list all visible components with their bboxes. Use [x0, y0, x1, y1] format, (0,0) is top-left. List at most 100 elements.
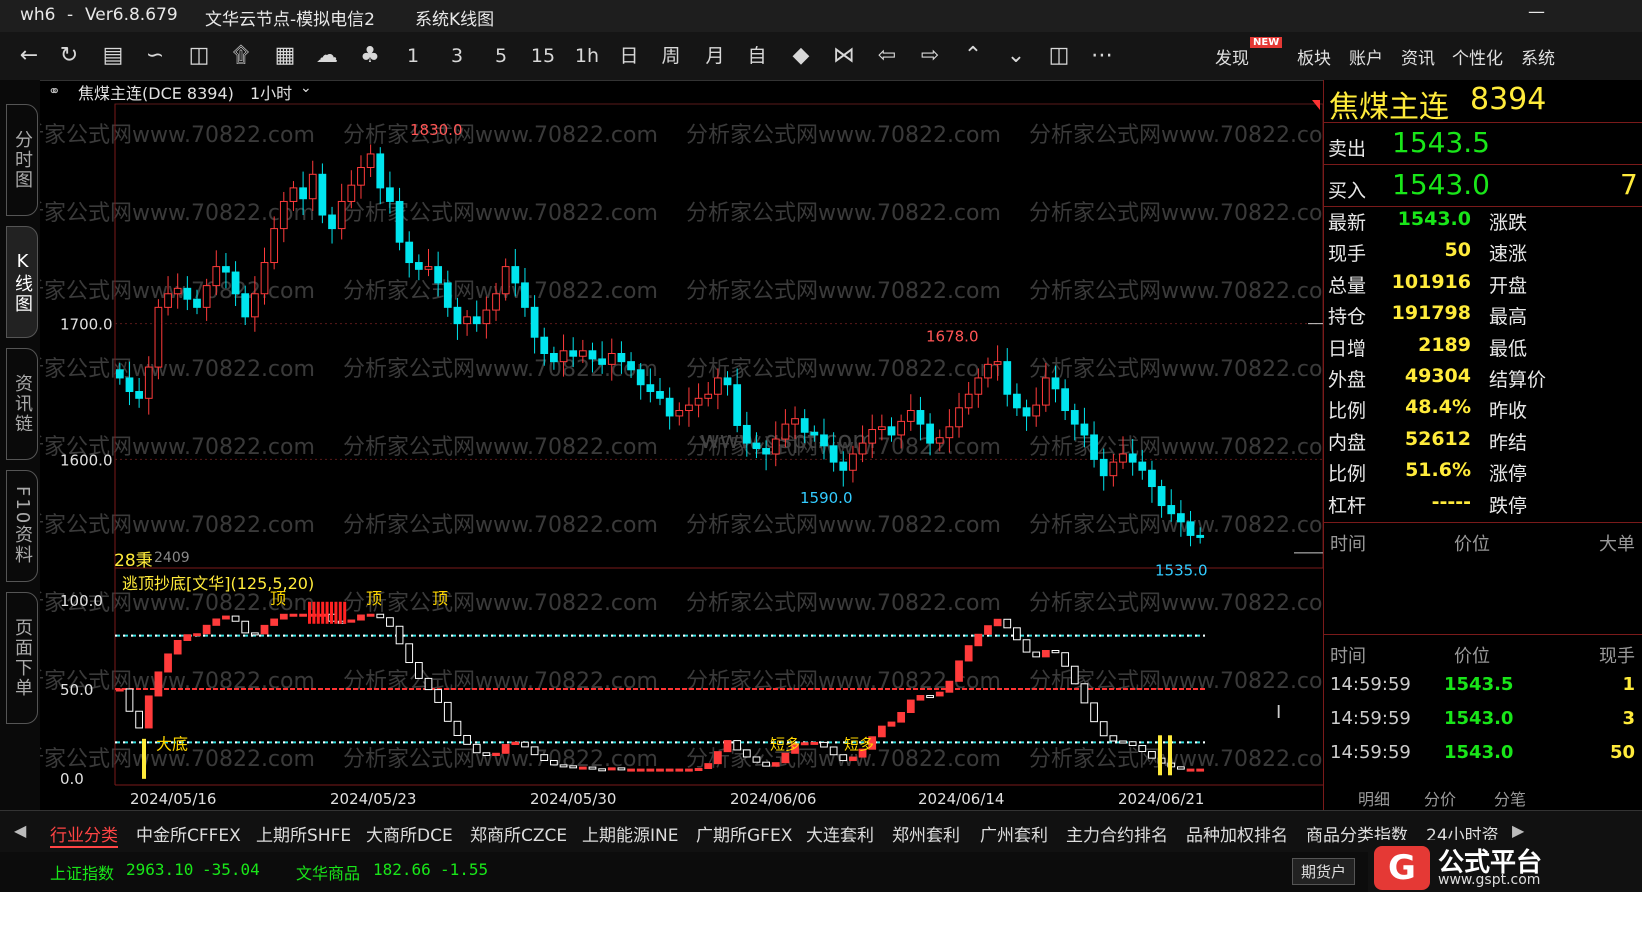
bottom-tab[interactable]: 大商所DCE	[366, 821, 453, 846]
bottom-tab[interactable]: 郑商所CZCE	[470, 821, 567, 846]
indicator-bar	[357, 614, 365, 621]
down-arrow-icon[interactable]: ⌄	[1001, 42, 1031, 70]
candle-body	[1109, 461, 1118, 477]
buy-price: 1543.0	[1392, 168, 1490, 201]
link-icon[interactable]: ⚭	[48, 82, 61, 100]
quote-row-label: 总量	[1328, 274, 1367, 297]
candle-icon[interactable]: ◫	[184, 42, 214, 70]
refresh-icon[interactable]: ↻	[54, 42, 84, 70]
bottom-tab[interactable]: 广期所GFEX	[696, 821, 792, 846]
chart-area[interactable]: 分析家公式网www.70822.com 分析家公式网www.70822.com 分析…	[0, 80, 1344, 810]
candle-body	[897, 420, 906, 436]
indicator-bar	[1109, 735, 1118, 742]
quote-row-right: 速涨	[1489, 243, 1528, 266]
more-icon[interactable]: ⋯	[1087, 42, 1117, 70]
period-month[interactable]: 月	[700, 42, 730, 70]
candle-body	[781, 423, 790, 440]
period-5m[interactable]: 5	[486, 42, 516, 70]
bottom-tab[interactable]: 行业分类	[50, 821, 118, 848]
account-button[interactable]: 账户	[1349, 44, 1383, 69]
date-tick-label: 2024/06/06	[730, 790, 816, 808]
left-arrow-icon[interactable]: ⇦	[872, 42, 902, 70]
indicator-bar	[453, 720, 462, 736]
nav-f10[interactable]: F10资料	[6, 470, 38, 582]
watermark-text: 分析家公式网www.70822.com	[1029, 747, 1323, 772]
nav-order[interactable]: 页面下单	[6, 592, 38, 724]
shrink-icon[interactable]: ◆	[786, 42, 816, 70]
period-3m[interactable]: 3	[442, 42, 472, 70]
watermark-text: 分析家公式网www.70822.com	[40, 123, 315, 148]
indicator-bar	[386, 617, 394, 627]
up-arrow-icon[interactable]: ⌃	[958, 42, 988, 70]
minimize-button[interactable]: —	[1528, 2, 1545, 22]
indicator-name[interactable]: 逃顶抄底[文华](125,5,20)	[122, 570, 314, 594]
indicator-bar	[1061, 652, 1070, 667]
candle-body	[443, 282, 452, 308]
bottom-tab[interactable]: 郑州套利	[892, 821, 960, 846]
line-chart-icon[interactable]: ∽	[140, 42, 170, 70]
volume-contract: 2409	[154, 550, 190, 566]
watermark-text: 分析家公式网www.70822.com	[1029, 591, 1323, 616]
account-type-button[interactable]: 期货户	[1292, 858, 1356, 885]
top-signal-bar	[321, 601, 325, 624]
candle-body	[1041, 377, 1050, 406]
period-15m[interactable]: 15	[528, 42, 558, 70]
chevron-down-icon[interactable]: ⌄	[300, 80, 312, 96]
sector-button[interactable]: 板块	[1297, 44, 1331, 69]
tab-price-dist[interactable]: 分价	[1424, 786, 1456, 810]
top-signal-bar	[308, 601, 311, 624]
period-custom[interactable]: 自	[742, 42, 772, 70]
split-icon[interactable]: ◫	[1044, 42, 1074, 70]
bottom-tab[interactable]: 广州套利	[980, 821, 1048, 846]
tabs-right-icon[interactable]: ▶	[1512, 821, 1524, 840]
quote-row-value: 51.6%	[1405, 459, 1471, 482]
bottom-signal-bar	[1158, 735, 1162, 776]
news-button[interactable]: 资讯	[1401, 44, 1435, 69]
lightning-icon[interactable]: ۩	[226, 42, 256, 70]
bottom-tab[interactable]: 上期能源INE	[582, 821, 678, 846]
candle-body	[1003, 361, 1012, 395]
list-icon[interactable]: ▤	[98, 42, 128, 70]
cross-frame-icon[interactable]: ▦	[270, 42, 300, 70]
back-icon[interactable]: ←	[14, 42, 44, 70]
indicator-bar	[347, 619, 356, 623]
indicator-bar	[1080, 683, 1089, 704]
status-bar: 上证指数 2963.10 -35.04 文华商品 182.66 -1.55 期货…	[0, 840, 1642, 896]
candle-body	[935, 437, 944, 444]
bottom-tab[interactable]: 上期所SHFE	[256, 821, 351, 846]
tab-detail[interactable]: 明细	[1358, 786, 1390, 810]
bell-icon[interactable]: ♣	[355, 42, 385, 70]
period-week[interactable]: 周	[656, 42, 686, 70]
period-day[interactable]: 日	[614, 42, 644, 70]
period-1m[interactable]: 1	[398, 42, 428, 70]
bottom-tab[interactable]: 中金所CFFEX	[136, 821, 241, 846]
bottom-tab[interactable]: 品种加权排名	[1186, 821, 1288, 846]
candle-body	[742, 424, 751, 444]
nav-k-chart[interactable]: K线图	[6, 226, 38, 338]
watermark-text: 分析家公式网www.70822.com	[686, 669, 1001, 694]
candle-body	[993, 361, 1002, 365]
tab-ticks[interactable]: 分笔	[1494, 786, 1526, 810]
expand-icon[interactable]: ⋈	[829, 42, 859, 70]
indicator-bar	[935, 691, 944, 697]
cloud-icon[interactable]: ☁	[312, 42, 342, 70]
nav-time-chart[interactable]: 分时图	[6, 104, 38, 216]
date-tick-label: 2024/06/14	[918, 790, 1004, 808]
bottom-tab[interactable]: 大连套利	[806, 821, 874, 846]
system-button[interactable]: 系统	[1521, 44, 1555, 69]
watermark-text: 分析家公式网www.70822.com	[343, 123, 658, 148]
discover-button[interactable]: 发现	[1215, 44, 1249, 69]
period-select[interactable]: 1小时	[250, 80, 292, 104]
period-1h[interactable]: 1h	[572, 42, 602, 70]
watermark-text: 分析家公式网www.70822.com	[343, 279, 658, 304]
indicator-bar	[588, 766, 597, 770]
bottom-tab[interactable]: 主力合约排名	[1066, 821, 1168, 846]
marker-icon	[1312, 100, 1320, 110]
right-arrow-icon[interactable]: ⇨	[915, 42, 945, 70]
quote-row: 内盘 52612 昨结	[1324, 428, 1642, 459]
tabs-left-icon[interactable]: ◀	[14, 821, 26, 840]
nav-news-chain[interactable]: 资讯链	[6, 348, 38, 460]
personalize-button[interactable]: 个性化	[1452, 44, 1503, 69]
chart-svg[interactable]: 分析家公式网www.70822.com 分析家公式网www.70822.com 分析…	[0, 80, 1344, 810]
candle-body	[521, 282, 529, 308]
